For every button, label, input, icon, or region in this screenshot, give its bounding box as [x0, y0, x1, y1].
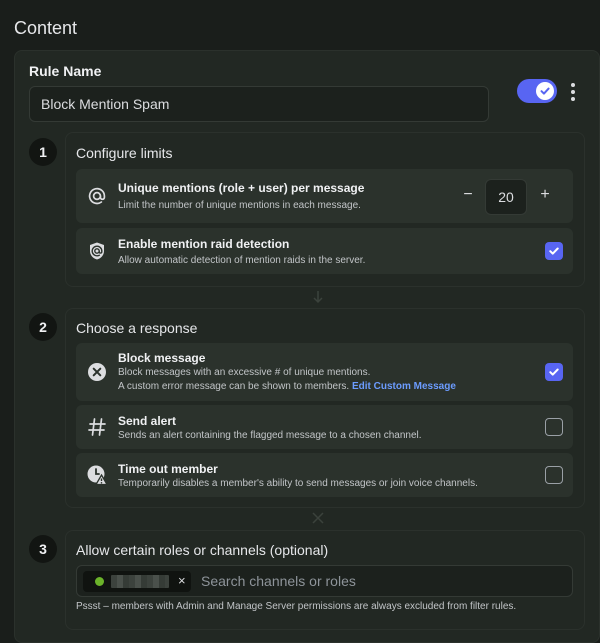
time-out-option[interactable]: Time out member Temporarily disables a m… — [76, 453, 573, 497]
step-number-3: 3 — [29, 535, 57, 563]
send-alert-desc: Sends an alert containing the flagged me… — [118, 430, 422, 441]
step-number-1: 1 — [29, 138, 57, 166]
time-out-checkbox[interactable] — [545, 466, 563, 484]
remove-chip-icon[interactable]: × — [178, 573, 186, 588]
block-message-checkbox[interactable] — [545, 363, 563, 381]
raid-detection-option[interactable]: Enable mention raid detection Allow auto… — [76, 228, 573, 274]
raid-detection-title: Enable mention raid detection — [118, 237, 290, 251]
send-alert-checkbox[interactable] — [545, 418, 563, 436]
selected-role-chip: × — [83, 571, 191, 592]
block-message-desc-text: A custom error message can be shown to m… — [118, 381, 350, 392]
hash-icon — [86, 416, 108, 438]
step-title-2: Choose a response — [76, 320, 198, 336]
time-out-title: Time out member — [118, 462, 218, 476]
unique-mentions-desc: Limit the number of unique mentions in e… — [118, 200, 361, 211]
connector-x-icon — [312, 512, 324, 527]
toggle-check-icon — [536, 82, 554, 100]
block-message-desc-1: Block messages with an excessive # of un… — [118, 367, 371, 378]
clock-warning-icon — [86, 464, 108, 486]
increase-button[interactable]: + — [536, 186, 554, 204]
exemption-footnote: Pssst – members with Admin and Manage Se… — [76, 601, 517, 612]
role-color-dot — [95, 577, 104, 586]
rule-name-label: Rule Name — [29, 63, 102, 79]
search-channels-input[interactable] — [201, 566, 561, 596]
decrease-button[interactable]: − — [459, 186, 477, 204]
page-title: Content — [14, 18, 78, 38]
rule-name-input[interactable] — [29, 86, 489, 122]
block-message-option[interactable]: Block message Block messages with an exc… — [76, 343, 573, 401]
step-title-1: Configure limits — [76, 145, 173, 161]
unique-mentions-title: Unique mentions (role + user) per messag… — [118, 181, 365, 195]
role-name-redacted — [111, 575, 169, 588]
raid-detection-checkbox[interactable] — [545, 242, 563, 260]
at-sign-icon — [86, 185, 108, 207]
step-title-3: Allow certain roles or channels (optiona… — [76, 542, 329, 558]
down-arrow-icon — [312, 290, 324, 307]
at-shield-icon — [86, 240, 108, 262]
step-number-2: 2 — [29, 313, 57, 341]
raid-detection-desc: Allow automatic detection of mention rai… — [118, 255, 366, 266]
block-message-desc-2: A custom error message can be shown to m… — [118, 380, 456, 394]
circle-x-icon — [86, 361, 108, 383]
more-options-icon[interactable] — [566, 82, 580, 102]
mention-limit-value[interactable]: 20 — [485, 179, 527, 215]
time-out-desc: Temporarily disables a member's ability … — [118, 478, 478, 489]
exemption-search-box: × — [76, 565, 573, 597]
send-alert-title: Send alert — [118, 414, 177, 428]
block-message-title: Block message — [118, 351, 206, 365]
send-alert-option[interactable]: Send alert Sends an alert containing the… — [76, 405, 573, 449]
edit-custom-message-link[interactable]: Edit Custom Message — [352, 381, 456, 392]
rule-enabled-toggle[interactable] — [517, 79, 557, 103]
